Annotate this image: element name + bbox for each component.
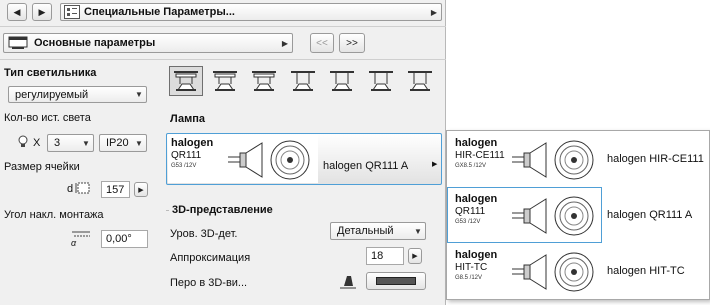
mount-type-4-icon[interactable] [286, 66, 320, 96]
detail-level-select[interactable]: Детальный ▼ [330, 222, 426, 240]
prev-page-button[interactable]: << [310, 33, 334, 53]
next-button[interactable]: ▶ [32, 3, 52, 21]
chevron-right-icon: ▶ [281, 38, 289, 48]
next-page-button[interactable]: >> [339, 33, 365, 53]
lamp-option-model: QR111 [455, 206, 486, 217]
ip-value: IP20 [106, 137, 129, 149]
lamp-model: QR111 [171, 150, 202, 161]
chevron-right-icon: ▶ [432, 161, 438, 168]
pen-label: Перо в 3D-ви... [170, 277, 248, 289]
mount-type-2-icon[interactable] [208, 66, 242, 96]
angle-label: Угол накл. монтажа [4, 209, 104, 221]
lamp-option[interactable]: halogen QR111 G53 /12V halogen QR111 A [447, 187, 709, 243]
settings-title: Специальные Параметры... [84, 6, 235, 18]
lamp-option-name: halogen QR111 A [607, 209, 693, 221]
chevron-down-icon: ▼ [135, 138, 143, 148]
mount-type-7-icon[interactable] [403, 66, 437, 96]
approx-expand-button[interactable]: ▶ [408, 248, 422, 264]
halogen-lamp-icon [512, 139, 600, 184]
cell-size-field[interactable]: 157 [101, 181, 130, 198]
settings-panel: ◀ ▶ Специальные Параметры... ▶ Основные … [0, 0, 446, 305]
mount-type-5-icon[interactable] [325, 66, 359, 96]
fixture-type-select[interactable]: регулируемый ▼ [8, 86, 147, 103]
cell-size-icon [75, 181, 91, 198]
approx-label: Аппроксимация [170, 252, 251, 264]
divider [0, 59, 446, 60]
fixture-type-value: регулируемый [15, 88, 89, 101]
lamp-option-spec: G53 /12V [455, 219, 481, 225]
pen-color-swatch [376, 277, 416, 285]
next-arrow-icon: ▶ [38, 6, 46, 17]
angle-field[interactable]: 0,00° [101, 230, 148, 248]
halogen-lamp-icon [512, 195, 600, 240]
lamp-option-name: halogen HIT-TC [607, 265, 685, 277]
mount-type-6-icon[interactable] [364, 66, 398, 96]
chevron-down-icon: ▼ [414, 226, 422, 236]
cell-d-label: d [67, 183, 74, 195]
detail-level-label: Уров. 3D-дет. [170, 228, 238, 240]
lamp-brand: halogen [171, 137, 214, 149]
lamp-option-spec: G8.5 /12V [455, 275, 483, 281]
mount-type-3-icon[interactable] [247, 66, 281, 96]
chevron-right-icon: ▶ [138, 186, 144, 194]
prev-button[interactable]: ◀ [7, 3, 27, 21]
lamp-option-model: HIT-TC [455, 262, 488, 273]
pen-icon [340, 272, 356, 293]
page-dropdown-value: Основные параметры [34, 37, 156, 49]
lamp-option-brand: halogen [455, 193, 498, 205]
divider [0, 26, 446, 27]
lamp-option[interactable]: halogen HIT-TC G8.5 /12V halogen HIT-TC [447, 243, 709, 299]
rep3d-section-title: 3D-представление [172, 204, 273, 216]
chevron-right-icon: ▶ [412, 253, 418, 260]
pen-select-button[interactable] [366, 272, 426, 290]
lamp-option-brand: halogen [455, 137, 498, 149]
cell-size-label: Размер ячейки [4, 161, 80, 173]
lamp-spec: G53 /12V [171, 163, 197, 169]
page-icon [8, 36, 28, 50]
lamp-name: halogen QR111 A [323, 160, 409, 172]
angle-symbol: α [71, 238, 77, 248]
page-dropdown[interactable]: Основные параметры ▶ [3, 33, 293, 53]
source-count-value: 3 [54, 137, 61, 149]
lamp-option-name: halogen HIR-CE111 [607, 153, 704, 165]
lamp-section-title: Лампа [170, 113, 206, 125]
chevron-down-icon: ▼ [135, 90, 143, 99]
settings-icon [64, 5, 80, 19]
lamp-selector[interactable]: halogen QR111 G53 /12V halogen QR111 A ▶ [166, 133, 442, 185]
lamp-option-spec: GX8.5 /12V [455, 163, 487, 169]
lamp-popup-list: halogen HIR-CE111 GX8.5 /12V halogen HIR-CE… [446, 130, 710, 300]
source-x-label: X [33, 137, 41, 149]
approx-field[interactable]: 18 [366, 247, 404, 265]
ip-select[interactable]: IP20 ▼ [99, 134, 147, 152]
lamp-option-thumbnail: halogen QR111 G53 /12V [452, 191, 600, 239]
bulb-icon [17, 135, 29, 152]
lamp-option[interactable]: halogen HIR-CE111 GX8.5 /12V halogen HIR-CE… [447, 131, 709, 187]
source-count-select[interactable]: 3 ▼ [47, 134, 94, 152]
divider [166, 210, 169, 211]
mount-type-1-icon[interactable] [169, 66, 203, 96]
fixture-type-label: Тип светильника [4, 67, 97, 79]
chevron-right-icon: ▶ [430, 7, 438, 17]
source-count-label: Кол-во ист. света [4, 112, 91, 124]
lamp-option-model: HIR-CE111 [455, 150, 505, 161]
lamp-option-thumbnail: halogen HIR-CE111 GX8.5 /12V [452, 135, 600, 183]
lamp-thumbnail: halogen QR111 G53 /12V [168, 135, 318, 183]
halogen-lamp-icon [512, 251, 600, 296]
prev-arrow-icon: ◀ [13, 6, 21, 17]
halogen-lamp-icon [228, 139, 316, 184]
cell-size-expand-button[interactable]: ▶ [134, 182, 148, 197]
chevron-down-icon: ▼ [82, 138, 90, 148]
detail-level-value: Детальный [337, 225, 394, 237]
lamp-option-brand: halogen [455, 249, 498, 261]
lamp-option-thumbnail: halogen HIT-TC G8.5 /12V [452, 247, 600, 295]
settings-title-dropdown[interactable]: Специальные Параметры... ▶ [60, 3, 442, 21]
